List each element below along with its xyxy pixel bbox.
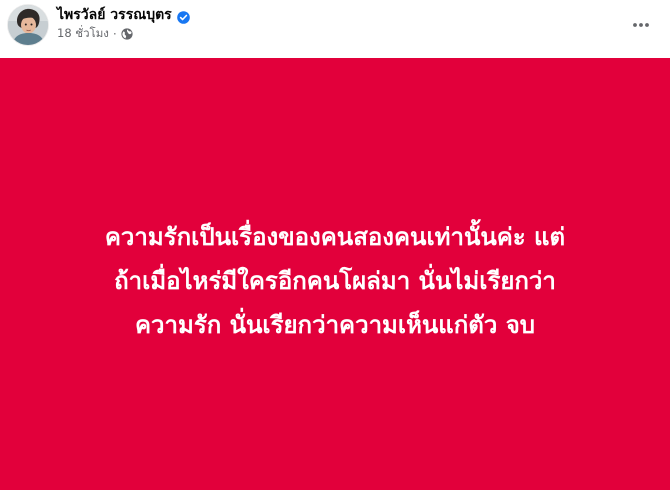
post-options-button[interactable] <box>627 11 655 39</box>
meta-separator: · <box>112 27 117 41</box>
post-timestamp[interactable]: 18 ชั่วโมง <box>57 25 109 43</box>
globe-icon[interactable] <box>120 28 133 40</box>
post-header: ไพรวัลย์ วรรณบุตร 18 ชั่วโมง · <box>0 0 670 58</box>
ellipsis-icon <box>633 23 649 27</box>
avatar-photo <box>8 5 48 45</box>
verified-badge-icon <box>176 9 190 24</box>
post-line-2: ถ้าเมื่อไหร่มีใครอีกคนโผล่มา นั่นไม่เรีย… <box>114 267 556 295</box>
facebook-post: ไพรวัลย์ วรรณบุตร 18 ชั่วโมง · ความรักเป… <box>0 0 670 490</box>
post-text-background[interactable]: ความรักเป็นเรื่องของคนสองคนเท่านั้นค่ะ แ… <box>0 58 670 490</box>
post-meta: 18 ชั่วโมง · <box>57 26 133 42</box>
author-name[interactable]: ไพรวัลย์ วรรณบุตร <box>57 4 172 26</box>
author-row: ไพรวัลย์ วรรณบุตร <box>57 6 190 24</box>
post-line-3: ความรัก นั่นเรียกว่าความเห็นแก่ตัว จบ <box>134 311 536 339</box>
post-line-1: ความรักเป็นเรื่องของคนสองคนเท่านั้นค่ะ แ… <box>104 223 566 251</box>
post-message: ความรักเป็นเรื่องของคนสองคนเท่านั้นค่ะ แ… <box>25 215 645 347</box>
author-avatar[interactable] <box>8 5 48 45</box>
